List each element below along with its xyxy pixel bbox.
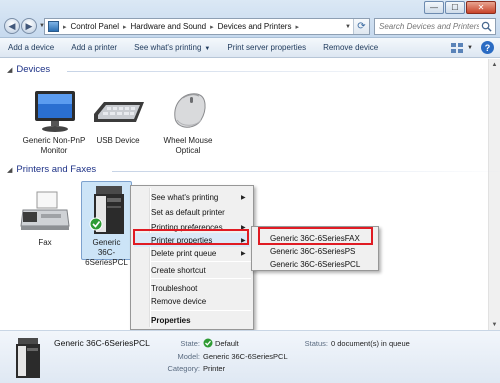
minimize-button[interactable]: — [424, 1, 444, 14]
address-history-dropdown[interactable]: ▼ [345, 24, 351, 30]
device-wheel-mouse[interactable]: Wheel Mouse Optical [148, 88, 228, 156]
category-value: Printer [203, 364, 226, 373]
status-value: 0 document(s) in queue [331, 339, 410, 348]
menu-separator [151, 310, 251, 311]
menu-item-see-whats-printing[interactable]: See what's printing ▶ [151, 193, 246, 202]
device-label-line2: 36C-6SeriesPCL [85, 248, 128, 267]
breadcrumb-devices-and-printers[interactable]: Devices and Printers [218, 22, 292, 31]
model-value: Generic 36C-6SeriesPCL [203, 352, 288, 361]
control-panel-icon [48, 21, 59, 32]
menu-separator [151, 278, 251, 279]
menu-item-troubleshoot[interactable]: Troubleshoot [151, 284, 197, 293]
printer-fax[interactable]: Fax [6, 188, 84, 248]
device-label: Generic [92, 238, 121, 247]
details-pane: Generic 36C-6SeriesPCL State: Default Mo… [0, 330, 500, 383]
search-input[interactable] [379, 22, 479, 31]
devices-group-header[interactable]: ◢ Devices [7, 64, 477, 75]
add-printer-button[interactable]: Add a printer [71, 43, 117, 52]
dropdown-arrow-icon: ▼ [204, 46, 211, 52]
state-label: State: [180, 339, 200, 348]
breadcrumb-separator-icon[interactable]: ▸ [123, 23, 127, 31]
forward-button[interactable]: ▶ [21, 18, 37, 34]
fax-icon [20, 191, 70, 230]
search-box[interactable] [374, 18, 496, 35]
refresh-button[interactable]: ⟳ [353, 19, 369, 34]
menu-separator [151, 261, 251, 262]
status-label: Status: [304, 339, 328, 348]
navigation-buttons: ◀ ▶ ▼ [4, 16, 48, 36]
menu-item-label: Delete print queue [151, 249, 217, 258]
mouse-icon [174, 93, 206, 128]
collapse-triangle-icon[interactable]: ◢ [7, 66, 12, 74]
menu-item-delete-print-queue[interactable]: Delete print queue ▶ [151, 249, 246, 258]
submenu-item-36c-6seriespcl[interactable]: Generic 36C-6SeriesPCL [270, 260, 360, 269]
printer-icon [89, 186, 124, 234]
device-label-line2: Optical [175, 146, 201, 155]
menu-item-set-as-default-printer[interactable]: Set as default printer [151, 208, 225, 217]
menu-item-properties[interactable]: Properties [151, 316, 191, 325]
monitor-icon [35, 91, 75, 132]
help-icon[interactable]: ? [481, 41, 494, 54]
breadcrumb-control-panel[interactable]: Control Panel [71, 22, 119, 31]
device-label: Fax [38, 238, 52, 247]
device-label: Wheel Mouse [163, 136, 213, 145]
device-label: USB Device [96, 136, 140, 145]
printer-icon [16, 338, 40, 378]
printers-group-header[interactable]: ◢ Printers and Faxes [7, 164, 500, 175]
vertical-scrollbar[interactable]: ▲ ▼ [488, 59, 500, 330]
window-controls: — ☐ ✕ [423, 1, 496, 14]
submenu-item-36c-6seriesps[interactable]: Generic 36C-6SeriesPS [270, 247, 355, 256]
scroll-up-icon[interactable]: ▲ [489, 59, 500, 70]
refresh-icon: ⟳ [357, 21, 366, 32]
close-icon: ✕ [477, 3, 485, 12]
back-button[interactable]: ◀ [4, 18, 20, 34]
window-titlebar: — ☐ ✕ ◀ ▶ ▼ ▸ Control Panel ▸ Hardware a… [0, 0, 500, 38]
model-label: Model: [177, 352, 200, 361]
printer-properties-highlight [133, 229, 249, 245]
minimize-icon: — [430, 3, 438, 12]
change-view-icon[interactable] [450, 42, 464, 54]
print-server-properties-button[interactable]: Print server properties [227, 43, 306, 52]
breadcrumb-separator-icon[interactable]: ▸ [295, 23, 299, 31]
submenu-arrow-icon: ▶ [241, 195, 246, 201]
breadcrumb-separator-icon[interactable]: ▸ [210, 23, 214, 31]
state-value: Default [215, 339, 239, 348]
view-options-dropdown[interactable]: ▼ [467, 45, 473, 51]
breadcrumb-hardware-and-sound[interactable]: Hardware and Sound [131, 22, 207, 31]
menu-item-remove-device[interactable]: Remove device [151, 297, 206, 306]
forward-arrow-icon: ▶ [25, 20, 33, 31]
see-whats-printing-button[interactable]: See what's printing ▼ [134, 43, 210, 52]
group-divider [112, 171, 500, 172]
printer-generic-36c-6seriespcl[interactable]: Generic 36C-6SeriesPCL [81, 181, 132, 267]
category-label: Category: [167, 364, 200, 373]
collapse-triangle-icon[interactable]: ◢ [7, 166, 12, 174]
search-icon[interactable] [481, 21, 492, 32]
add-device-button[interactable]: Add a device [8, 43, 54, 52]
submenu-fax-highlight [258, 227, 373, 245]
submenu-arrow-icon: ▶ [241, 251, 246, 257]
devices-group-title: Devices [16, 64, 51, 75]
maximize-icon: ☐ [451, 3, 459, 12]
menu-item-label: See what's printing [151, 193, 219, 202]
address-bar[interactable]: ▸ Control Panel ▸ Hardware and Sound ▸ D… [44, 18, 370, 35]
command-bar-right: ▼ ? [450, 41, 494, 54]
details-device-name: Generic 36C-6SeriesPCL [54, 338, 150, 348]
see-whats-printing-label: See what's printing [134, 43, 202, 52]
device-label-line2: Monitor [40, 146, 68, 155]
default-check-icon [203, 338, 213, 348]
remove-device-button[interactable]: Remove device [323, 43, 378, 52]
device-usb-device[interactable]: USB Device [78, 88, 158, 146]
keyboard-icon [94, 102, 144, 122]
context-menu: See what's printing ▶ Set as default prin… [130, 185, 254, 330]
printers-group-title: Printers and Faxes [16, 164, 97, 175]
scroll-down-icon[interactable]: ▼ [489, 319, 500, 330]
maximize-button[interactable]: ☐ [445, 1, 465, 14]
group-divider [67, 71, 467, 72]
breadcrumb-separator-icon[interactable]: ▸ [63, 23, 67, 31]
menu-item-create-shortcut[interactable]: Create shortcut [151, 266, 206, 275]
back-arrow-icon: ◀ [8, 20, 16, 31]
command-bar: Add a device Add a printer See what's pr… [0, 38, 500, 58]
close-button[interactable]: ✕ [466, 1, 496, 14]
